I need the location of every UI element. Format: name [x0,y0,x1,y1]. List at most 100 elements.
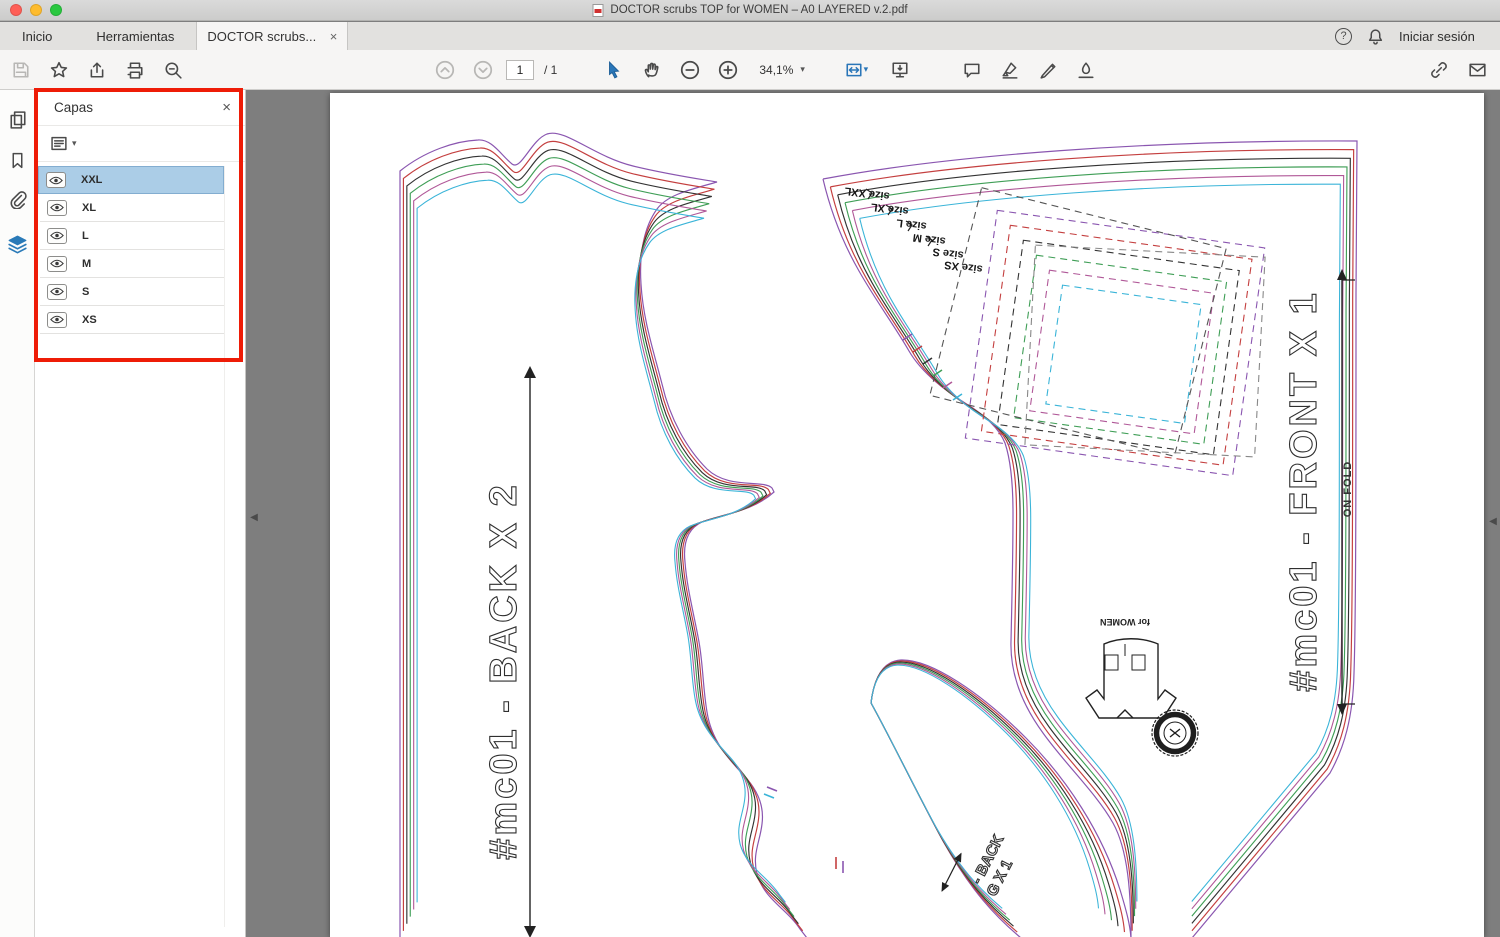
eye-icon [50,287,64,296]
tab-document-label: DOCTOR scrubs... [207,28,317,44]
zoom-level-select[interactable]: 34,1% ▾ [755,58,809,82]
layer-label: XL [82,201,97,214]
zoom-out-search-button[interactable] [158,55,188,85]
previous-page-button[interactable] [430,55,460,85]
brand-stamp-logo [1151,709,1199,757]
svg-text:size L: size L [895,216,927,232]
layer-row-xs[interactable]: XS [40,306,224,334]
close-window-button[interactable] [10,4,22,16]
select-tool-button[interactable] [599,55,629,85]
layers-panel-close-icon[interactable]: × [222,99,231,116]
print-button[interactable] [120,55,150,85]
pdf-page: size XXL size XL size L size M size S si… [330,93,1484,937]
tab-home[interactable]: Inicio [0,22,74,50]
caret-down-icon: ▾ [800,64,805,74]
layer-visibility-toggle[interactable] [47,283,67,300]
back-grainline-arrow [524,366,536,937]
window-controls [10,4,62,16]
eye-icon [50,259,64,268]
attachments-button[interactable] [0,182,35,218]
layer-label: S [82,285,90,298]
on-fold-label: ON FOLD [1342,461,1354,518]
layers-panel-title: Capas [54,100,94,115]
layer-row-xxl[interactable]: XXL [38,166,224,194]
size-notch-ticks [763,188,963,873]
layer-row-s[interactable]: S [40,278,224,306]
sign-in-button[interactable]: Iniciar sesión [1399,29,1475,44]
pdf-file-icon [592,3,604,17]
layer-label: XXL [81,174,103,186]
panel-scrollbar-track[interactable] [224,166,225,927]
tab-tools[interactable]: Herramientas [74,22,196,50]
layer-row-m[interactable]: M [40,250,224,278]
eye-icon [50,203,64,212]
pocket-markings [929,187,1266,477]
front-piece-label: #mc01 - FRONT X 1 [1283,290,1325,692]
favorite-star-button[interactable] [44,55,74,85]
zoom-window-button[interactable] [50,4,62,16]
comment-tool-button[interactable] [957,55,987,85]
save-button[interactable] [6,55,36,85]
link-tool-button[interactable] [1424,55,1454,85]
layer-label: L [82,229,89,242]
tab-document[interactable]: DOCTOR scrubs... × [196,22,349,50]
page-count-label: / 1 [544,62,558,77]
layer-label: M [82,257,92,270]
pattern-drawing: size XXL size XL size L size M size S si… [399,132,1358,937]
zoom-out-button[interactable] [675,55,705,85]
eye-icon [50,315,64,324]
sleeve-grain-arrow [941,852,962,892]
svg-text:size M: size M [912,231,946,247]
back-piece-label: #mc01 - BACK X 2 [483,482,525,859]
navigation-rail [0,90,35,937]
layer-visibility-toggle[interactable] [47,311,67,328]
layer-visibility-toggle[interactable] [47,255,67,272]
zoom-level-value: 34,1% [759,62,794,77]
back-piece-outlines [399,132,808,937]
layers-options-button[interactable]: ▾ [51,136,77,151]
layer-row-xl[interactable]: XL [40,194,224,222]
next-page-button[interactable] [468,55,498,85]
layer-visibility-toggle[interactable] [46,172,66,188]
layers-panel: Capas × ▾ XXL XL L M S XS [34,88,246,937]
layer-row-l[interactable]: L [40,222,224,250]
eye-icon [50,231,64,240]
page-thumbnails-button[interactable] [0,102,35,138]
eye-icon [49,176,63,184]
svg-text:size XS: size XS [944,258,984,275]
caret-down-icon: ▾ [72,138,77,148]
highlight-tool-button[interactable] [995,55,1025,85]
brand-garment-logo: for WOMEN [1085,617,1177,719]
layers-list: XXL XL L M S XS [35,166,245,334]
help-icon[interactable]: ? [1335,27,1352,45]
collapse-left-panel-handle[interactable]: ◀ [248,504,260,530]
toolbar: / 1 34,1% ▾ ▾ [0,50,1500,90]
share-upload-button[interactable] [82,55,112,85]
layers-button[interactable] [0,226,35,262]
window-title: DOCTOR scrubs TOP for WOMEN – A0 LAYERED… [610,4,908,16]
tab-bar: Inicio Herramientas DOCTOR scrubs... × ?… [0,22,1500,50]
minimize-window-button[interactable] [30,4,42,16]
sign-pen-tool-button[interactable] [1033,55,1063,85]
window-titlebar: DOCTOR scrubs TOP for WOMEN – A0 LAYERED… [0,0,1500,21]
svg-text:size XL: size XL [870,200,909,217]
layer-label: XS [82,313,97,326]
document-area: ◀ ◀ size XXL size XL size L size M size … [247,90,1500,937]
svg-text:for WOMEN: for WOMEN [1100,617,1150,627]
caret-down-icon: ▾ [863,64,869,74]
tab-close-icon[interactable]: × [324,29,338,44]
page-display-button[interactable] [885,55,915,85]
hand-tool-button[interactable] [637,55,667,85]
notifications-bell-icon[interactable] [1367,28,1384,45]
bookmarks-button[interactable] [0,142,35,178]
zoom-in-button[interactable] [713,55,743,85]
email-tool-button[interactable] [1462,55,1492,85]
fill-sign-tool-button[interactable] [1071,55,1101,85]
layer-visibility-toggle[interactable] [47,199,67,216]
svg-text:size S: size S [932,245,964,261]
layer-visibility-toggle[interactable] [47,227,67,244]
page-number-input[interactable] [506,59,534,80]
collapse-right-panel-handle[interactable]: ◀ [1487,508,1499,534]
front-piece-outlines [822,140,1358,937]
fit-width-button[interactable]: ▾ [835,55,877,85]
